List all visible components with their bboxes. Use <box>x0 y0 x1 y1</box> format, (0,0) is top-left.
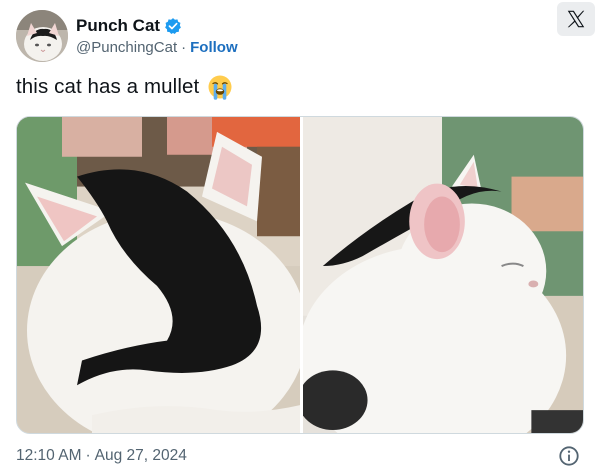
tweet-text: this cat has a mullet <box>16 74 233 100</box>
timestamp-separator: · <box>85 447 91 464</box>
info-icon[interactable] <box>558 445 580 467</box>
tweet-timestamp[interactable]: 12:10 AM · Aug 27, 2024 <box>16 447 187 465</box>
tweet-date: Aug 27, 2024 <box>94 447 187 464</box>
tweet-header: Punch Cat @PunchingCat · Follow <box>16 9 238 63</box>
verified-badge-icon <box>164 17 182 35</box>
follow-button[interactable]: Follow <box>190 39 238 56</box>
author-display-name[interactable]: Punch Cat <box>76 16 160 36</box>
tweet-media <box>16 116 584 434</box>
loudly-crying-face-icon <box>207 74 233 100</box>
handle-separator: · <box>181 39 187 56</box>
tweet-text-body: this cat has a mullet <box>16 75 200 98</box>
author-identity: Punch Cat @PunchingCat · Follow <box>76 15 238 58</box>
tweet-card: Punch Cat @PunchingCat · Follow this cat… <box>0 0 600 475</box>
author-handle[interactable]: @PunchingCat <box>76 39 177 56</box>
tweet-footer: 12:10 AM · Aug 27, 2024 <box>16 444 584 468</box>
author-handle-row: @PunchingCat · Follow <box>76 38 238 58</box>
x-logo-icon[interactable] <box>557 2 595 36</box>
tweet-time: 12:10 AM <box>16 447 82 464</box>
cat-back-of-head-photo[interactable] <box>17 117 300 433</box>
author-name-row: Punch Cat <box>76 15 238 37</box>
author-avatar[interactable] <box>16 10 68 62</box>
cat-side-profile-photo[interactable] <box>303 117 583 433</box>
